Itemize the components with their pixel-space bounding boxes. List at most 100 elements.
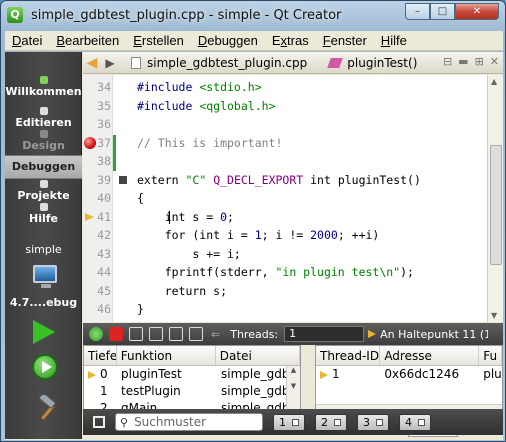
code-line[interactable]: 44 fprintf(stderr, "in plugin test\n"); (83, 264, 487, 280)
step-into-icon[interactable] (149, 327, 163, 341)
symbol-combo[interactable]: pluginTest() (323, 54, 423, 72)
code-line[interactable]: 34 #include <stdio.h> (83, 79, 487, 95)
change-marker (113, 134, 116, 171)
mode-welcome[interactable]: Willkommen (5, 76, 82, 98)
menu-bar: Datei Bearbeiten Erstellen Debuggen Extras Fe… (5, 31, 503, 51)
code-line[interactable]: 41 int s = 0; (83, 209, 487, 225)
mode-help[interactable]: Hilfe (5, 203, 82, 225)
current-line-arrow-icon (85, 212, 94, 221)
code-line[interactable]: 42 for (int i = 1; i != 2000; ++i) (83, 227, 487, 243)
stack-view[interactable]: Tiefe Funktion Datei 0 pluginTest simple_g… (83, 345, 301, 417)
current-symbol-name: pluginTest() (347, 55, 418, 70)
status-bar: ⚲ Suchmuster 1 2 3 4 (83, 409, 503, 435)
splitter[interactable] (301, 345, 315, 417)
threads-combo[interactable]: 1 (284, 326, 365, 342)
help-icon (39, 203, 48, 211)
stack-row[interactable]: 0 pluginTest simple_gdbtes (84, 366, 300, 383)
continue-icon[interactable] (89, 327, 103, 341)
output-pane-button[interactable]: 1 (273, 413, 305, 431)
line-number: 44 (97, 265, 111, 279)
stack-header-file[interactable]: Datei (216, 346, 300, 365)
title-bar[interactable]: Q simple_gdbtest_plugin.cpp - simple - Q… (1, 1, 505, 29)
editor-scrollbar[interactable]: ▲ ▼ (487, 75, 503, 322)
pane-icon (292, 418, 299, 426)
threads-header-address[interactable]: Adresse (380, 346, 480, 365)
code-editor[interactable]: 34 #include <stdio.h> 35 #include <qglobal.… (83, 75, 487, 322)
go-forward-icon[interactable]: ▶ (101, 56, 119, 70)
location-arrow-icon (368, 329, 377, 338)
locator-search[interactable]: ⚲ Suchmuster (115, 413, 263, 431)
code-text: // This is important! (137, 135, 283, 150)
stop-debugger-icon[interactable] (109, 327, 123, 341)
threads-view[interactable]: Thread-ID Adresse Fu 1 0x66dc1246 plu (315, 345, 503, 417)
code-line[interactable]: 43 s += i; (83, 246, 487, 262)
menu-extras[interactable]: Extras (265, 33, 316, 48)
mode-debug-label: Debuggen (11, 160, 76, 173)
menu-fenster[interactable]: Fenster (316, 33, 374, 48)
code-line[interactable]: 45 return s; (83, 283, 487, 299)
code-line[interactable]: 46} (83, 301, 487, 317)
close-button[interactable]: ✕ (455, 3, 499, 20)
code-line[interactable]: 40 { (83, 190, 487, 206)
mode-projects[interactable]: Projekte (5, 180, 82, 202)
build-hammer-icon[interactable] (35, 395, 61, 421)
maximize-button[interactable]: □ (430, 3, 455, 20)
output-pane-button[interactable]: 3 (357, 413, 389, 431)
code-line[interactable]: 39 extern "C" Q_DECL_EXPORT int pluginTes… (83, 172, 487, 188)
close-editor-icon[interactable]: ✕ (490, 55, 499, 68)
menu-debuggen[interactable]: Debuggen (191, 33, 265, 48)
scroll-up-icon[interactable]: ▲ (491, 77, 497, 86)
stack-depth: 1 (84, 383, 117, 400)
step-over-icon[interactable] (129, 327, 143, 341)
output-pane-button[interactable]: 2 (315, 413, 347, 431)
scrollbar-thumb[interactable] (490, 145, 502, 265)
kit-selector[interactable]: 4.7....ebug (5, 296, 82, 309)
target-monitor-icon[interactable] (33, 265, 57, 288)
reverse-icon[interactable]: ⇐ (211, 328, 220, 341)
mode-design[interactable]: Design (5, 130, 82, 152)
line-number: 39 (97, 172, 111, 187)
stack-header-function[interactable]: Funktion (117, 346, 216, 365)
line-number: 36 (97, 117, 111, 131)
line-number: 38 (97, 154, 111, 168)
pane-icon (418, 418, 425, 426)
stack-row[interactable]: 1 testPlugin simple_gdbtes (84, 383, 300, 400)
mode-edit-label: Editieren (15, 116, 72, 129)
window-title: simple_gdbtest_plugin.cpp - simple - Qt … (31, 7, 342, 23)
menu-erstellen[interactable]: Erstellen (126, 33, 191, 48)
scroll-down-icon[interactable]: ▼ (491, 311, 497, 320)
start-debugging-icon[interactable] (32, 354, 58, 380)
lock-icon[interactable]: ▬ (458, 55, 468, 68)
toggle-sidebar-icon[interactable] (93, 416, 105, 428)
code-line[interactable]: 38 (83, 153, 487, 169)
run-icon[interactable] (33, 320, 55, 344)
split-icon[interactable]: ⊟ (443, 55, 452, 68)
mode-debug[interactable]: Debuggen (5, 155, 82, 179)
code-line[interactable]: 35 #include <qglobal.h> (83, 98, 487, 114)
threads-header-function[interactable]: Fu (479, 346, 502, 365)
output-pane-number: 1 (279, 415, 286, 429)
code-text: { (137, 191, 144, 205)
code-line[interactable]: 36 (83, 116, 487, 132)
stack-header-depth[interactable]: Tiefe (84, 346, 117, 365)
split-view-icon[interactable]: ⊞ (475, 55, 484, 68)
mode-edit[interactable]: Editieren (5, 107, 82, 129)
go-back-icon[interactable]: ◀ (83, 55, 101, 71)
main-window: Q simple_gdbtest_plugin.cpp - simple - Q… (0, 0, 506, 442)
menu-hilfe[interactable]: Hilfe (374, 33, 414, 48)
code-text: #include <qglobal.h> (137, 98, 276, 113)
minimize-button[interactable]: – (405, 3, 430, 20)
instruction-mode-icon[interactable] (189, 327, 203, 341)
output-pane-number: 3 (363, 415, 370, 429)
threads-header-id[interactable]: Thread-ID (316, 346, 381, 365)
thread-row[interactable]: 1 0x66dc1246 plu (316, 366, 502, 383)
open-documents-combo[interactable]: simple_gdbtest_plugin.cpp (125, 54, 313, 72)
output-pane-button[interactable]: 4 (399, 413, 431, 431)
stack-header: Tiefe Funktion Datei (84, 346, 300, 366)
menu-datei[interactable]: Datei (5, 33, 49, 48)
step-out-icon[interactable] (169, 327, 183, 341)
menu-bearbeiten[interactable]: Bearbeiten (49, 33, 126, 48)
breakpoint-icon[interactable] (84, 136, 96, 149)
fold-marker-icon[interactable] (119, 175, 127, 184)
code-line[interactable]: 37// This is important! (83, 135, 487, 151)
